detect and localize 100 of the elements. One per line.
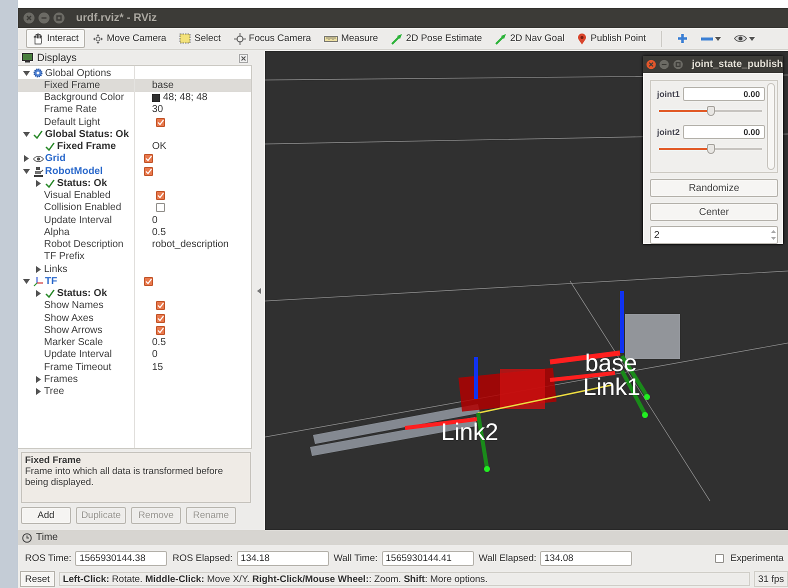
check-icon	[45, 178, 55, 188]
help-text: Frame into which all data is transformed before being displayed.	[25, 466, 224, 488]
property-name[interactable]: Update Interval	[44, 349, 112, 360]
property-name[interactable]: Tree	[44, 386, 64, 398]
joint-value-field[interactable]: 0.00	[683, 125, 765, 140]
checkbox[interactable]	[156, 301, 165, 310]
time-field[interactable]: 1565930144.41	[382, 550, 474, 566]
property-name[interactable]: Frame Timeout	[44, 362, 112, 373]
status-label[interactable]: Global Status: Ok	[45, 128, 129, 140]
tree-toggle-icon[interactable]	[23, 278, 30, 285]
tree-toggle-icon[interactable]	[35, 290, 42, 298]
property-value: 0	[152, 349, 158, 360]
property-value: 0	[152, 214, 158, 226]
close-button[interactable]	[646, 58, 656, 70]
tree-toggle-icon[interactable]	[23, 130, 30, 138]
property-name[interactable]: Visual Enabled	[44, 190, 111, 202]
property-name[interactable]: Show Axes	[44, 312, 94, 324]
property-name[interactable]: Robot Description	[44, 239, 124, 250]
caret-icon[interactable]	[714, 36, 721, 40]
eye-icon[interactable]	[734, 34, 747, 43]
map-pin-icon	[577, 32, 588, 44]
panel-button[interactable]: Randomize	[650, 179, 778, 198]
close-button[interactable]	[23, 12, 35, 24]
toolbar-tool-button[interactable]: Move Camera	[86, 29, 172, 48]
checkbox[interactable]	[715, 554, 724, 562]
ruler-icon	[324, 34, 338, 42]
time-field[interactable]: 134.18	[236, 550, 329, 566]
tree-item[interactable]: Global Options	[45, 68, 112, 79]
frame-label: Link2	[441, 422, 498, 444]
property-name[interactable]: Show Names	[44, 300, 104, 312]
minimize-button[interactable]	[38, 12, 50, 24]
panel-button[interactable]: Center	[650, 203, 778, 222]
time-field[interactable]: 1565930144.38	[75, 550, 168, 566]
gear-icon	[33, 68, 43, 78]
spin-arrows-icon[interactable]	[770, 228, 777, 242]
status-label[interactable]: Status: Ok	[57, 178, 108, 189]
tree-toggle-icon[interactable]	[35, 266, 42, 273]
maximize-button[interactable]	[672, 58, 683, 70]
reset-button[interactable]: Reset	[20, 571, 55, 587]
property-name[interactable]: Marker Scale	[44, 337, 103, 348]
checkbox[interactable]	[144, 276, 153, 286]
toolbar-tool-button[interactable]: Interact	[26, 29, 85, 48]
property-name[interactable]: Links	[44, 264, 68, 275]
toolbar-tool-button[interactable]: Focus Camera	[228, 29, 318, 48]
window-title: urdf.rviz* - RViz	[76, 12, 157, 24]
tree-toggle-icon[interactable]	[23, 168, 30, 175]
toolbar-tool-button[interactable]: Select	[173, 29, 227, 48]
status-label[interactable]: Status: Ok	[57, 288, 108, 300]
property-name[interactable]: Collision Enabled	[44, 202, 122, 214]
property-value: 15	[152, 362, 164, 373]
property-name[interactable]: Show Arrows	[44, 324, 102, 336]
property-name[interactable]: Frames	[44, 374, 78, 385]
collapse-arrow-icon[interactable]	[256, 288, 260, 294]
caret-icon[interactable]	[748, 36, 755, 40]
plus-icon[interactable]	[676, 33, 688, 44]
toolbar-tool-button[interactable]: Publish Point	[571, 29, 652, 48]
property-value: 30	[152, 104, 164, 116]
hand-icon	[32, 32, 44, 44]
checkbox[interactable]	[156, 203, 165, 212]
display-name[interactable]: RobotModel	[45, 166, 103, 177]
property-name[interactable]: Update Interval	[44, 214, 112, 226]
property-name[interactable]: Frame Rate	[44, 104, 97, 116]
spin-box[interactable]: 2	[650, 226, 778, 244]
property-name[interactable]: TF Prefix	[44, 251, 85, 262]
close-icon[interactable]	[239, 54, 248, 62]
checkbox[interactable]	[156, 326, 165, 335]
checkbox[interactable]	[144, 154, 153, 164]
checkbox[interactable]	[144, 166, 153, 176]
joint-value-field[interactable]: 0.00	[683, 87, 765, 102]
checkbox[interactable]	[156, 191, 165, 200]
move-arrows-icon	[92, 32, 104, 44]
property-name[interactable]: Alpha	[44, 226, 70, 238]
slider-thumb[interactable]	[706, 106, 714, 116]
minimize-button[interactable]	[659, 58, 670, 70]
tree-toggle-icon[interactable]	[35, 388, 42, 396]
property-name[interactable]: Background Color	[44, 92, 124, 104]
panel-button[interactable]: Add	[21, 507, 71, 524]
status-label[interactable]: Fixed Frame	[57, 141, 116, 152]
tree-toggle-icon[interactable]	[23, 70, 30, 77]
toolbar-tool-button[interactable]: Measure	[318, 29, 384, 48]
maximize-button[interactable]	[53, 12, 65, 24]
tree-toggle-icon[interactable]	[35, 376, 42, 383]
checkmark-icon	[157, 192, 164, 200]
scrollbar[interactable]	[767, 82, 775, 170]
toolbar-tool-button[interactable]: 2D Nav Goal	[489, 29, 570, 48]
checkbox[interactable]	[156, 118, 165, 127]
tree-toggle-icon[interactable]	[35, 180, 42, 187]
checkbox[interactable]	[156, 314, 165, 323]
property-name[interactable]: Default Light	[44, 116, 100, 128]
toolbar-tool-button[interactable]: 2D Pose Estimate	[385, 29, 488, 48]
time-field[interactable]: 134.08	[540, 550, 632, 566]
display-name[interactable]: TF	[45, 276, 58, 287]
minus-icon[interactable]	[700, 36, 713, 42]
property-name[interactable]: Fixed Frame	[44, 80, 100, 91]
tree-toggle-icon[interactable]	[23, 155, 30, 162]
slider-thumb[interactable]	[706, 144, 714, 154]
checkbox-label: Experimenta	[730, 552, 784, 564]
display-name[interactable]: Grid	[45, 153, 66, 164]
checkmark-icon	[157, 118, 164, 126]
fps-counter: 31 fps	[754, 571, 788, 587]
